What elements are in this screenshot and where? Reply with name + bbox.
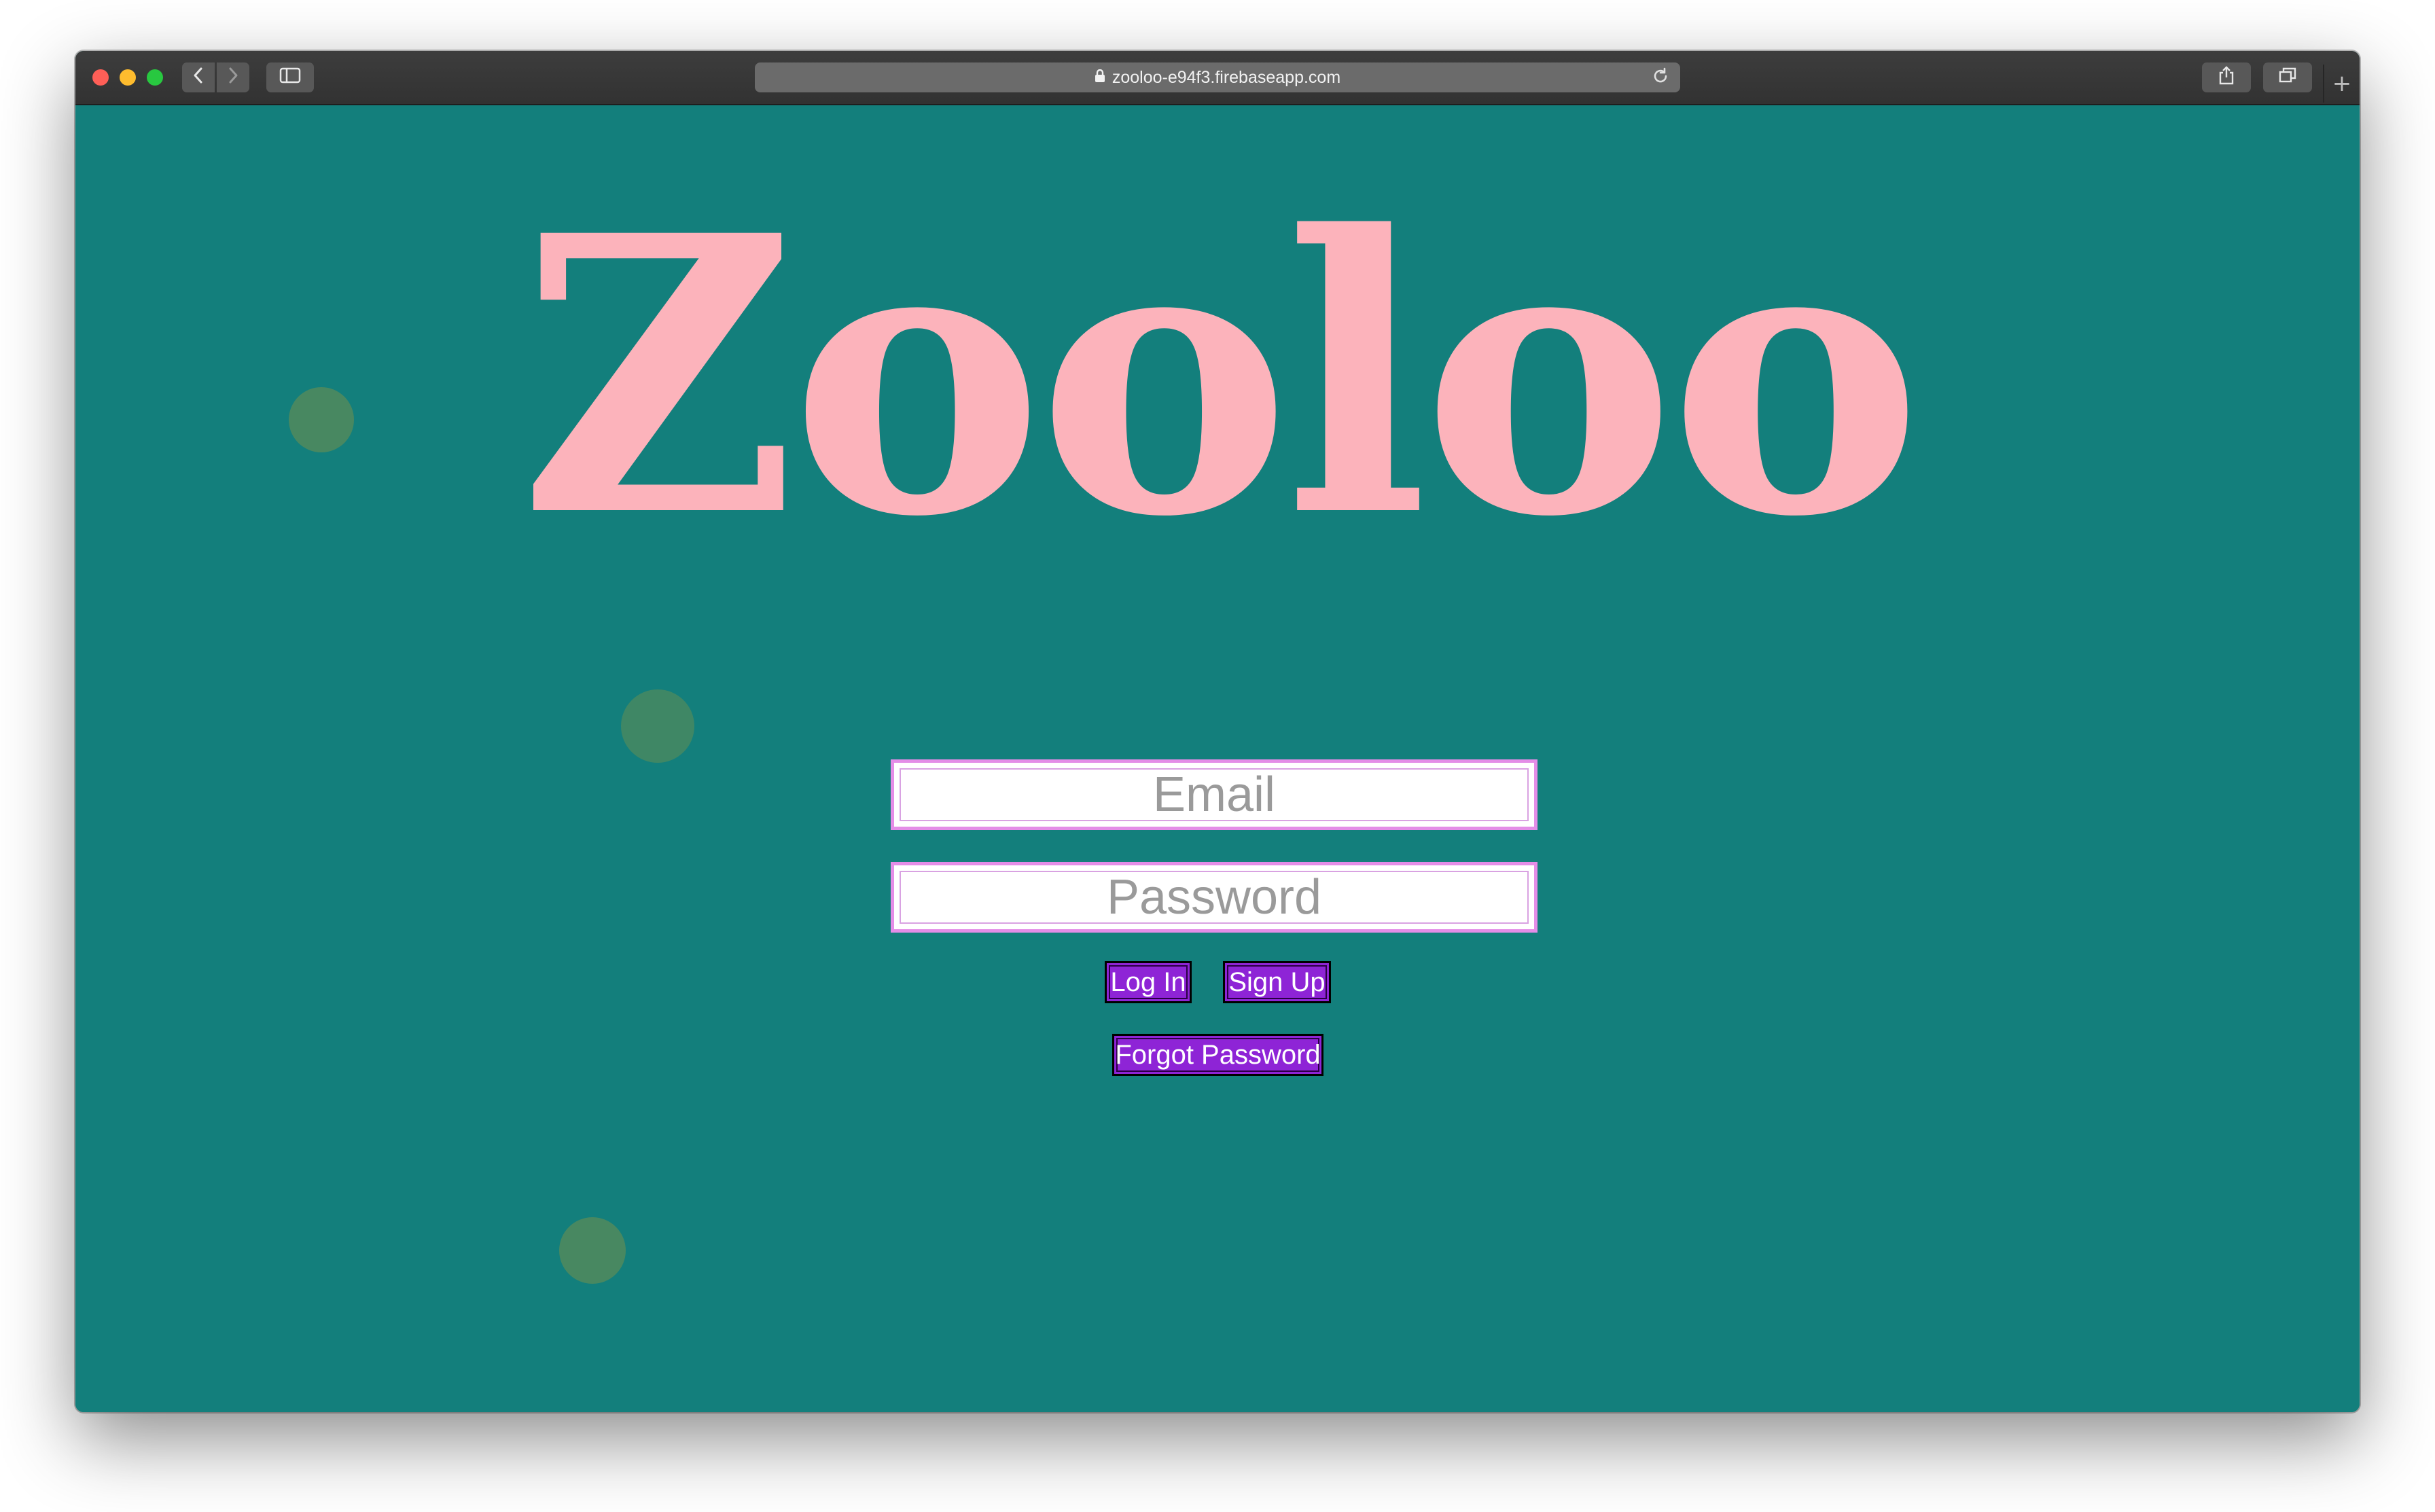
tabs-overview-button[interactable]: [2263, 62, 2312, 92]
sidebar-icon: [279, 67, 301, 88]
sidebar-toggle-button[interactable]: [266, 62, 314, 92]
password-input[interactable]: [891, 862, 1538, 933]
forward-button[interactable]: [217, 62, 249, 92]
forgot-password-button[interactable]: Forgot Password: [1112, 1034, 1323, 1076]
new-tab-button[interactable]: +: [2323, 65, 2360, 103]
decorative-dot: [621, 689, 694, 763]
share-button[interactable]: [2202, 62, 2251, 92]
tabs-icon: [2278, 67, 2297, 89]
reload-icon[interactable]: [1650, 66, 1671, 91]
page-content: Zooloo Log In Sign Up Forgot Password: [75, 105, 2360, 1412]
close-window-button[interactable]: [92, 69, 109, 86]
share-icon: [2218, 65, 2235, 90]
lock-icon: [1095, 69, 1105, 86]
email-input[interactable]: [891, 759, 1538, 830]
back-button[interactable]: [182, 62, 215, 92]
address-bar[interactable]: zooloo-e94f3.firebaseapp.com: [755, 62, 1680, 92]
maximize-window-button[interactable]: [147, 69, 163, 86]
login-button[interactable]: Log In: [1105, 961, 1192, 1003]
plus-icon: +: [2332, 70, 2352, 97]
chevron-left-icon: [192, 67, 205, 89]
browser-titlebar: zooloo-e94f3.firebaseapp.com +: [75, 51, 2360, 105]
minimize-window-button[interactable]: [120, 69, 136, 86]
chevron-right-icon: [226, 67, 240, 89]
app-logo: Zooloo: [519, 154, 1923, 600]
url-text: zooloo-e94f3.firebaseapp.com: [1112, 67, 1341, 87]
decorative-dot: [559, 1217, 626, 1284]
signup-button[interactable]: Sign Up: [1223, 961, 1331, 1003]
browser-window: zooloo-e94f3.firebaseapp.com + Zooloo Lo…: [75, 51, 2360, 1412]
